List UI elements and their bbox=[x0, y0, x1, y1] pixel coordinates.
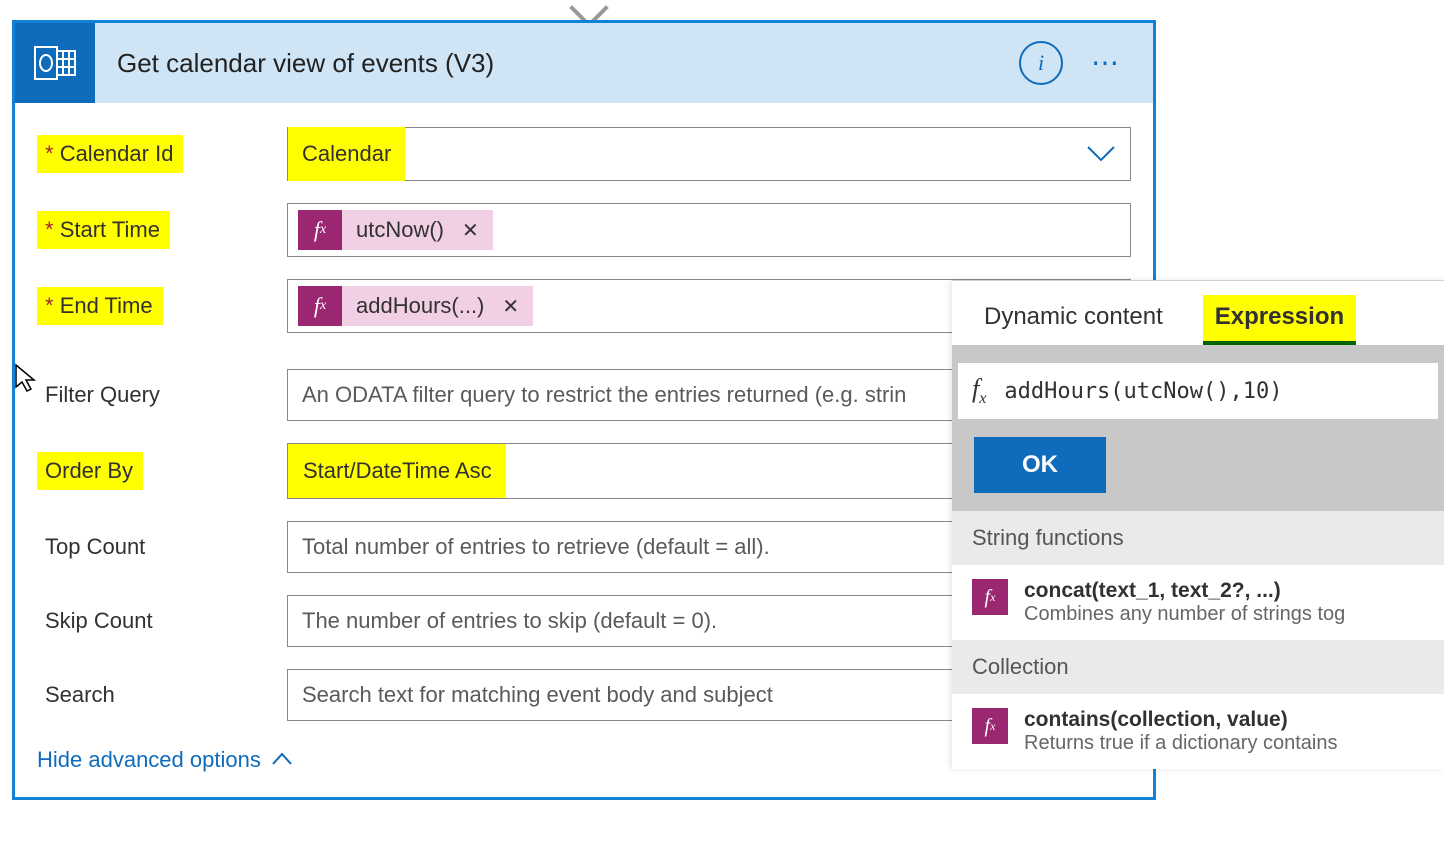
fx-icon: fx bbox=[972, 374, 986, 408]
calendar-id-dropdown[interactable]: Calendar bbox=[287, 127, 1131, 181]
more-menu-icon[interactable]: ⋯ bbox=[1091, 49, 1125, 77]
chevron-down-icon bbox=[1086, 145, 1116, 163]
start-time-input[interactable]: fx utcNow() ✕ bbox=[287, 203, 1131, 257]
card-title: Get calendar view of events (V3) bbox=[117, 48, 1019, 79]
start-time-label: * Start Time bbox=[37, 211, 170, 249]
ok-button[interactable]: OK bbox=[974, 437, 1106, 493]
fx-icon: fx bbox=[298, 210, 342, 250]
expression-panel: Dynamic content Expression fx addHours(u… bbox=[952, 280, 1444, 769]
expression-value: addHours(utcNow(),10) bbox=[1004, 379, 1282, 404]
end-time-expression-token[interactable]: fx addHours(...) ✕ bbox=[298, 286, 533, 326]
info-icon[interactable]: i bbox=[1019, 41, 1063, 85]
skip-count-label: Skip Count bbox=[37, 602, 163, 640]
search-label: Search bbox=[37, 676, 125, 714]
tab-expression[interactable]: Expression bbox=[1203, 295, 1356, 345]
remove-token-icon[interactable]: ✕ bbox=[498, 294, 533, 319]
fx-icon: fx bbox=[972, 708, 1008, 744]
order-by-label: Order By bbox=[37, 452, 143, 490]
calendar-id-value: Calendar bbox=[288, 127, 405, 181]
order-by-value: Start/DateTime Asc bbox=[287, 443, 506, 499]
tab-dynamic-content[interactable]: Dynamic content bbox=[972, 295, 1175, 345]
function-concat[interactable]: fx concat(text_1, text_2?, ...) Combines… bbox=[952, 565, 1444, 640]
calendar-id-label: * Calendar Id bbox=[37, 135, 183, 173]
fx-icon: fx bbox=[298, 286, 342, 326]
start-time-expression-token[interactable]: fx utcNow() ✕ bbox=[298, 210, 493, 250]
function-contains[interactable]: fx contains(collection, value) Returns t… bbox=[952, 694, 1444, 769]
expression-input[interactable]: fx addHours(utcNow(),10) bbox=[958, 363, 1438, 419]
fx-icon: fx bbox=[972, 579, 1008, 615]
chevron-up-icon bbox=[271, 750, 293, 771]
section-string-functions: String functions bbox=[952, 511, 1444, 565]
top-count-label: Top Count bbox=[37, 528, 155, 566]
section-collection: Collection bbox=[952, 640, 1444, 694]
end-time-label: * End Time bbox=[37, 287, 163, 325]
outlook-calendar-icon bbox=[15, 23, 95, 103]
card-header[interactable]: Get calendar view of events (V3) i ⋯ bbox=[15, 23, 1153, 103]
filter-query-label: Filter Query bbox=[37, 376, 170, 414]
remove-token-icon[interactable]: ✕ bbox=[458, 218, 493, 243]
